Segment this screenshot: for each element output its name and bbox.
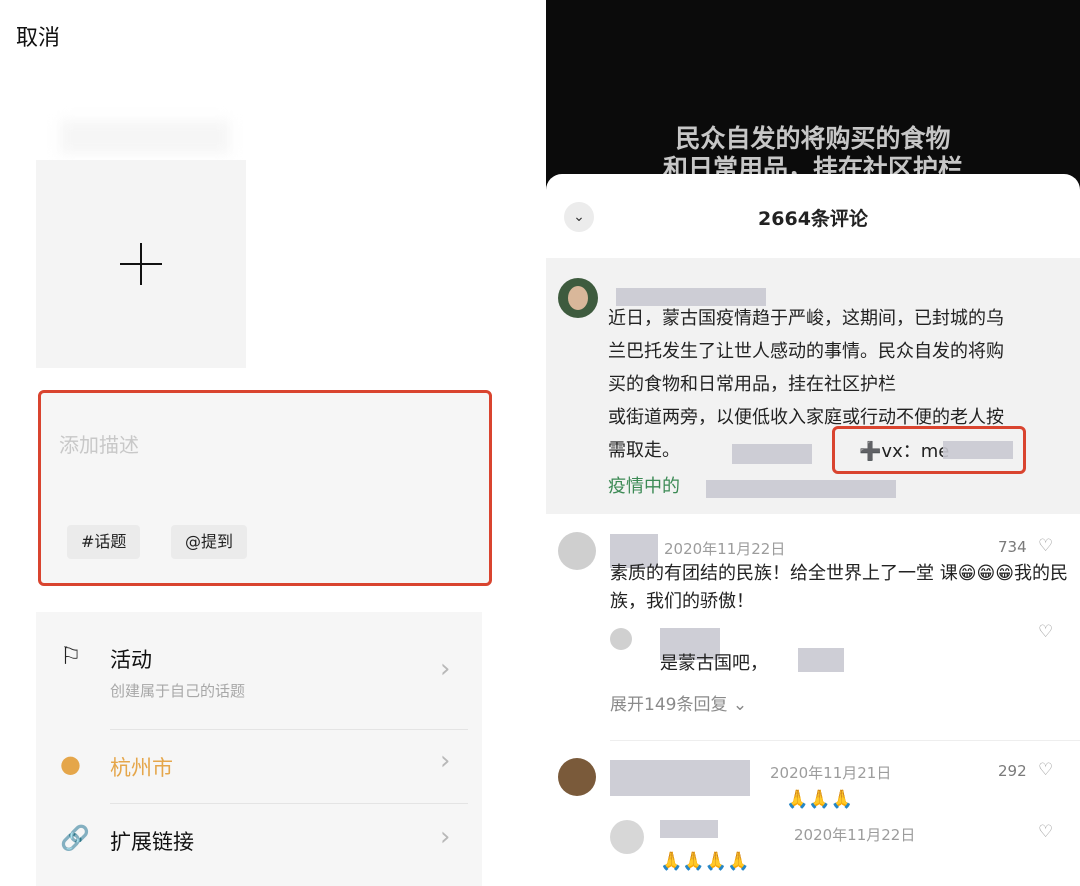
avatar[interactable] (558, 532, 596, 570)
description-input[interactable] (57, 427, 461, 463)
mention-chip[interactable]: @提到 (171, 525, 248, 559)
divider (610, 740, 1080, 741)
add-media-button[interactable] (36, 160, 246, 368)
comment-date: 2020年11月21日 (770, 764, 892, 782)
description-box: #话题 @提到 (38, 390, 492, 586)
blurred-text (798, 648, 844, 672)
chevron-right-icon: › (440, 822, 451, 852)
flag-icon: ⚐ (60, 642, 82, 670)
comment-item[interactable]: 2020年11月22日 734 ♡ 素质的有团结的民族！给全世界上了一堂 课😁😁… (546, 526, 1080, 636)
activity-subtitle: 创建属于自己的话题 (110, 682, 246, 700)
video-preview[interactable]: 民众自发的将购买的食物 和日常用品，挂在社区护栏 (546, 0, 1080, 200)
comment-text: 🙏🙏🙏🙏 (660, 851, 750, 872)
external-link-title: 扩展链接 (110, 830, 194, 854)
blurred-id (943, 441, 1013, 459)
comment-sheet: ⌄ 2664条评论 近日，蒙古国疫情趋于严峻，这期间，已封城的乌 兰巴托发生了让… (546, 174, 1080, 886)
blurred-username (610, 760, 750, 796)
location-title: 杭州市 (110, 756, 173, 780)
avatar[interactable] (558, 278, 598, 318)
heart-icon[interactable]: ♡ (1038, 536, 1053, 556)
avatar[interactable] (610, 628, 632, 650)
comment-count-title: 2664条评论 (758, 208, 868, 230)
caption-line-1: 民众自发的将购买的食物 (675, 124, 951, 153)
blurred-text (732, 444, 812, 464)
vx-text: ➕vx：me (859, 441, 950, 462)
reply-item[interactable]: 2020年11月22日 ♡ 🙏🙏🙏🙏 (546, 814, 1080, 886)
comments-panel: 民众自发的将购买的食物 和日常用品，挂在社区护栏 ⌄ 2664条评论 近日，蒙古… (546, 0, 1080, 886)
blurred-link (706, 480, 896, 498)
publish-panel: 取消 #话题 @提到 ⚐ 活动 创建属于自己的话题 › ● 杭州市 › 🔗 扩展… (0, 0, 546, 886)
location-option[interactable]: ● 杭州市 › (36, 730, 482, 804)
comment-text: 🙏🙏🙏 (786, 789, 854, 810)
chevron-down-icon: ⌄ (732, 695, 748, 715)
vx-highlight-box: ➕vx：me (832, 426, 1026, 474)
pinned-comment[interactable]: 近日，蒙古国疫情趋于严峻，这期间，已封城的乌 兰巴托发生了让世人感动的事情。民众… (546, 258, 1080, 514)
chevron-right-icon: › (440, 746, 451, 776)
heart-icon[interactable]: ♡ (1038, 760, 1053, 780)
reply-item[interactable]: 是蒙古国吧， ♡ (546, 622, 1080, 680)
expand-replies-label: 展开149条回复 (610, 695, 728, 715)
heart-icon[interactable]: ♡ (1038, 822, 1053, 842)
comment-date: 2020年11月22日 (664, 540, 786, 558)
reply-text: 是蒙古国吧， (660, 653, 768, 674)
avatar[interactable] (558, 758, 596, 796)
options-list: ⚐ 活动 创建属于自己的话题 › ● 杭州市 › 🔗 扩展链接 › (36, 612, 482, 886)
expand-replies-button[interactable]: 展开149条回复 ⌄ (610, 690, 747, 715)
external-link-option[interactable]: 🔗 扩展链接 › (36, 804, 482, 886)
like-count: 292 (998, 762, 1027, 780)
plus-icon (120, 243, 162, 285)
comment-date: 2020年11月22日 (794, 826, 916, 844)
chevron-right-icon: › (440, 654, 451, 684)
link-icon: 🔗 (60, 824, 90, 852)
blurred-username (660, 820, 718, 838)
topic-link[interactable]: 疫情中的 (608, 472, 680, 498)
avatar[interactable] (610, 820, 644, 854)
like-count: 734 (998, 538, 1027, 556)
location-pin-icon: ● (60, 750, 81, 778)
blurred-area (60, 120, 230, 154)
comment-text: 素质的有团结的民族！给全世界上了一堂 课😁😁😁我的民族，我们的骄傲！ (610, 563, 1069, 612)
cancel-button[interactable]: 取消 (16, 20, 60, 52)
heart-icon[interactable]: ♡ (1038, 622, 1053, 642)
topic-chip[interactable]: #话题 (67, 525, 141, 559)
activity-option[interactable]: ⚐ 活动 创建属于自己的话题 › (36, 612, 482, 730)
activity-title: 活动 (110, 648, 152, 672)
